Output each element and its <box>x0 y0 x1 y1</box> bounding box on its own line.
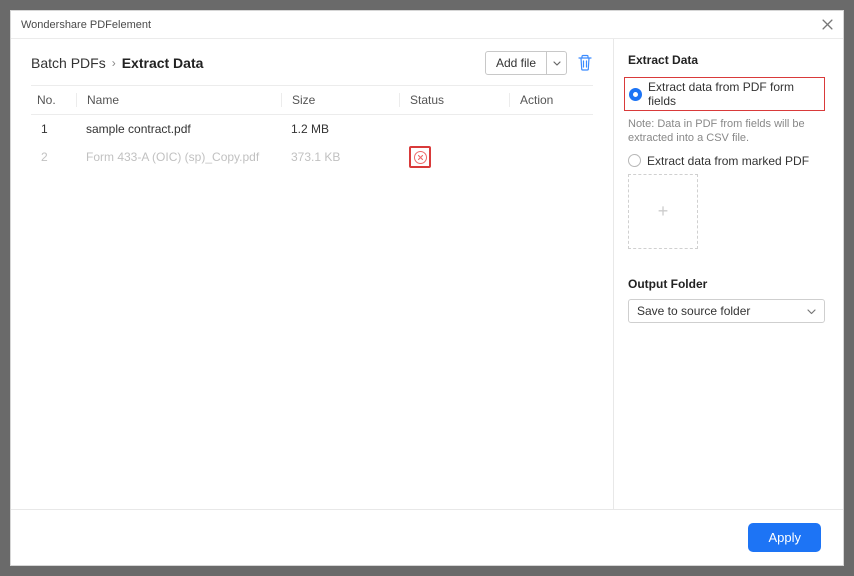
main-panel: Batch PDFs › Extract Data Add file <box>11 39 613 509</box>
radio-selected-icon[interactable] <box>629 88 642 101</box>
close-icon[interactable] <box>821 19 833 31</box>
cell-no: 1 <box>31 122 76 136</box>
output-folder-select[interactable]: Save to source folder <box>628 299 825 323</box>
cell-size: 373.1 KB <box>281 150 399 164</box>
option-marked-pdf-label: Extract data from marked PDF <box>647 154 809 168</box>
cell-status <box>399 146 509 168</box>
add-file-dropdown[interactable] <box>546 52 566 74</box>
chevron-right-icon: › <box>112 56 116 70</box>
option-form-fields[interactable]: Extract data from PDF form fields <box>624 77 825 111</box>
col-header-size: Size <box>281 93 399 107</box>
col-header-status: Status <box>399 93 509 107</box>
output-folder-value: Save to source folder <box>637 304 750 318</box>
cell-size: 1.2 MB <box>281 122 399 136</box>
chevron-down-icon <box>807 304 816 318</box>
table-header: No. Name Size Status Action <box>31 85 593 115</box>
cell-no: 2 <box>31 150 76 164</box>
output-folder-label: Output Folder <box>628 277 825 291</box>
apply-button[interactable]: Apply <box>748 523 821 552</box>
add-file-label[interactable]: Add file <box>486 52 546 74</box>
option-note: Note: Data in PDF from fields will be ex… <box>628 117 825 146</box>
col-header-name: Name <box>76 93 281 107</box>
option-form-fields-label: Extract data from PDF form fields <box>648 80 820 108</box>
app-window: Wondershare PDFelement Batch PDFs › Extr… <box>10 10 844 566</box>
dropzone-add[interactable]: + <box>628 174 698 249</box>
col-header-no: No. <box>31 93 76 107</box>
delete-icon <box>414 151 427 164</box>
footer: Apply <box>11 509 843 565</box>
content-body: Batch PDFs › Extract Data Add file <box>11 39 843 509</box>
side-title: Extract Data <box>628 53 825 67</box>
delete-row-button[interactable] <box>409 146 431 168</box>
table-row[interactable]: 2 Form 433-A (OIC) (sp)_Copy.pdf 373.1 K… <box>31 143 593 171</box>
toolbar: Add file <box>485 51 593 75</box>
add-file-button[interactable]: Add file <box>485 51 567 75</box>
option-marked-pdf[interactable]: Extract data from marked PDF <box>628 154 825 168</box>
header-row: Batch PDFs › Extract Data Add file <box>31 51 593 75</box>
plus-icon: + <box>658 201 669 222</box>
window-title: Wondershare PDFelement <box>21 19 151 31</box>
table-row[interactable]: 1 sample contract.pdf 1.2 MB <box>31 115 593 143</box>
breadcrumb: Batch PDFs › Extract Data <box>31 55 203 71</box>
breadcrumb-root[interactable]: Batch PDFs <box>31 55 106 71</box>
side-panel: Extract Data Extract data from PDF form … <box>613 39 843 509</box>
titlebar: Wondershare PDFelement <box>11 11 843 39</box>
cell-name: sample contract.pdf <box>76 122 281 136</box>
trash-icon[interactable] <box>577 54 593 72</box>
col-header-action: Action <box>509 93 593 107</box>
radio-unselected-icon[interactable] <box>628 154 641 167</box>
cell-name: Form 433-A (OIC) (sp)_Copy.pdf <box>76 150 281 164</box>
breadcrumb-current: Extract Data <box>122 55 204 71</box>
